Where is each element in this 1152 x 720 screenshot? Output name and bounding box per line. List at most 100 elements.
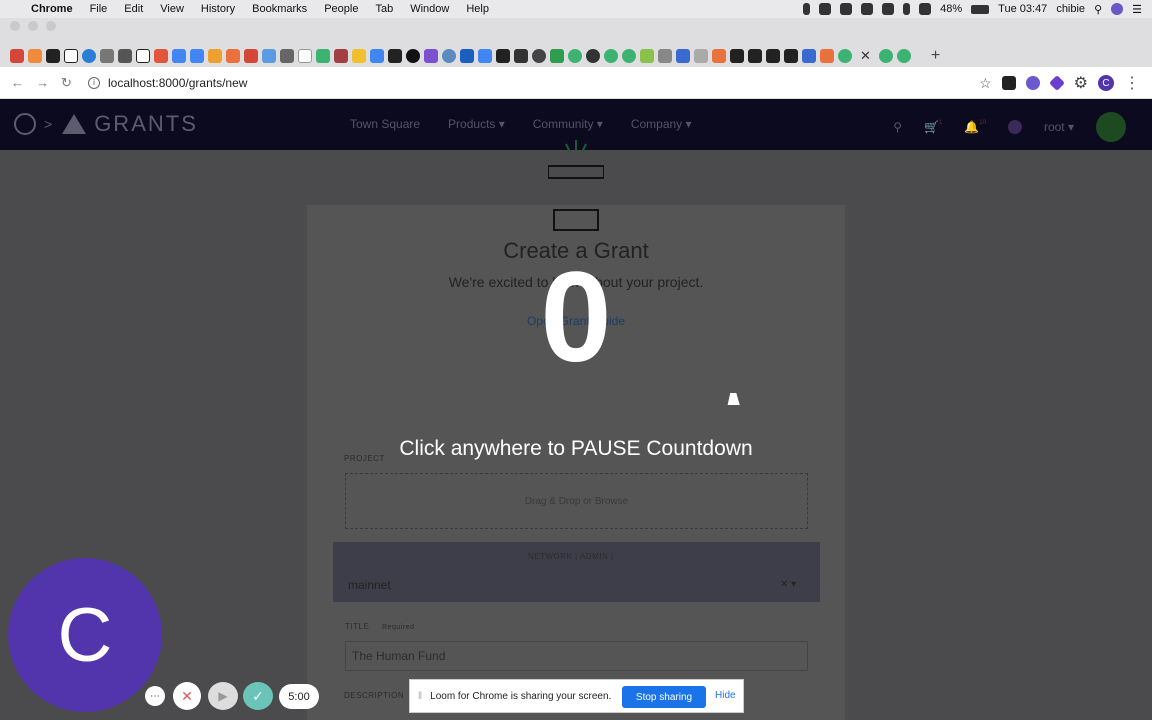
pause-recording-button[interactable]: ▶ xyxy=(208,682,238,710)
menu-app-name[interactable]: Chrome xyxy=(31,3,73,15)
clear-network-icon[interactable]: ✕ ▾ xyxy=(780,579,796,590)
drag-handle-icon[interactable]: ‖ xyxy=(418,691,422,702)
orange2-tab-icon[interactable] xyxy=(712,49,726,63)
stop-sharing-button[interactable]: Stop sharing xyxy=(622,686,706,708)
docker-icon[interactable] xyxy=(861,3,874,15)
globe-tab-icon[interactable] xyxy=(442,49,456,63)
zoom-icon[interactable] xyxy=(819,3,832,15)
github6-tab-icon[interactable] xyxy=(766,49,780,63)
user-name[interactable]: chibie xyxy=(1056,3,1085,15)
gmail-tab-icon[interactable] xyxy=(10,49,24,63)
search-icon[interactable]: ⚲ xyxy=(893,120,902,134)
nav-products[interactable]: Products ▾ xyxy=(448,117,505,131)
new-tab-button[interactable]: + xyxy=(931,47,940,65)
github-tab-icon[interactable] xyxy=(46,49,60,63)
github2-tab-icon[interactable] xyxy=(388,49,402,63)
user-menu[interactable]: root ▾ xyxy=(1044,120,1074,134)
purple-tab-icon[interactable] xyxy=(424,49,438,63)
box-tab-icon[interactable] xyxy=(658,49,672,63)
profile-avatar[interactable]: C xyxy=(1098,75,1114,91)
microphone-icon[interactable] xyxy=(803,3,811,15)
siri-icon[interactable] xyxy=(1111,3,1124,15)
g3-tab-icon[interactable] xyxy=(622,49,636,63)
nav-company[interactable]: Company ▾ xyxy=(631,117,692,131)
pause-countdown-message[interactable]: Click anywhere to PAUSE Countdown xyxy=(0,437,1152,461)
cancel-recording-button[interactable]: ✕ xyxy=(173,682,201,710)
a-tab-icon[interactable] xyxy=(100,49,114,63)
network-select[interactable]: mainnet xyxy=(348,578,391,592)
url-field[interactable]: i localhost:8000/grants/new xyxy=(88,72,988,94)
site-info-icon[interactable]: i xyxy=(88,77,100,89)
g4-tab-icon[interactable] xyxy=(838,49,852,63)
url-text[interactable]: localhost:8000/grants/new xyxy=(108,76,247,90)
tag-tab-icon[interactable] xyxy=(334,49,348,63)
github4-tab-icon[interactable] xyxy=(730,49,744,63)
a2-tab-icon[interactable] xyxy=(118,49,132,63)
fullscreen-window-button[interactable] xyxy=(46,21,56,31)
back-icon[interactable]: ← xyxy=(11,75,25,90)
arch-tab-icon[interactable] xyxy=(280,49,294,63)
gmail2-tab-icon[interactable] xyxy=(244,49,258,63)
menu-people[interactable]: People xyxy=(324,3,358,15)
site-brand[interactable]: > GRANTS xyxy=(14,111,198,137)
circle-tab-icon[interactable] xyxy=(82,49,96,63)
more-options-button[interactable]: ⋯ xyxy=(145,686,165,706)
flower-ext-icon[interactable] xyxy=(1025,76,1040,90)
bluetooth-icon[interactable] xyxy=(903,3,911,15)
wifi-icon[interactable] xyxy=(919,3,932,15)
globe2-tab-icon[interactable] xyxy=(532,49,546,63)
doc3-tab-icon[interactable] xyxy=(370,49,384,63)
diamond-ext-icon[interactable] xyxy=(1048,75,1065,91)
finish-recording-button[interactable]: ✓ xyxy=(243,682,273,710)
menu-help[interactable]: Help xyxy=(466,3,489,15)
notion-tab-icon[interactable] xyxy=(64,49,78,63)
orange-tab-icon[interactable] xyxy=(208,49,222,63)
github7-tab-icon[interactable] xyxy=(784,49,798,63)
nav-town-square[interactable]: Town Square xyxy=(350,117,420,131)
bell-icon[interactable]: 🔔10 xyxy=(964,120,986,134)
extensions-puzzle-icon[interactable]: ⚙ xyxy=(1074,73,1088,93)
yellow-tab-icon[interactable] xyxy=(352,49,366,63)
menu-file[interactable]: File xyxy=(90,3,108,15)
battery-icon[interactable] xyxy=(971,4,990,14)
bookmark-star-icon[interactable]: ☆ xyxy=(979,75,992,92)
control-center-icon[interactable]: ☰ xyxy=(1132,3,1142,16)
puzzle-tab-icon[interactable] xyxy=(802,49,816,63)
activity-icon[interactable] xyxy=(882,3,895,15)
g1-tab-icon[interactable] xyxy=(568,49,582,63)
hide-button[interactable]: Hide xyxy=(715,690,736,701)
chrome-menu-icon[interactable]: ⋮ xyxy=(1124,73,1140,93)
forward-icon[interactable]: → xyxy=(36,75,50,90)
green-tab-icon[interactable] xyxy=(316,49,330,63)
docs2-tab-icon[interactable] xyxy=(190,49,204,63)
blue2-tab-icon[interactable] xyxy=(676,49,690,63)
close-tab-icon[interactable]: ✕ xyxy=(860,48,871,64)
minimize-window-button[interactable] xyxy=(28,21,38,31)
g5-tab-icon[interactable] xyxy=(878,49,893,63)
clock[interactable]: Tue 03:47 xyxy=(998,3,1047,15)
countdown-number[interactable]: 0 xyxy=(0,248,1152,388)
c-tab-icon[interactable] xyxy=(460,49,474,63)
doc4-tab-icon[interactable] xyxy=(478,49,492,63)
nav-community[interactable]: Community ▾ xyxy=(533,117,603,131)
spy-tab-icon[interactable] xyxy=(514,49,528,63)
blue-tab-icon[interactable] xyxy=(262,49,276,63)
notion2-tab-icon[interactable] xyxy=(136,49,150,63)
g2-tab-icon[interactable] xyxy=(604,49,618,63)
reload-icon[interactable]: ↻ xyxy=(61,75,75,91)
cloud-icon[interactable] xyxy=(840,3,853,15)
grey-tab-icon[interactable] xyxy=(694,49,708,63)
menu-edit[interactable]: Edit xyxy=(124,3,143,15)
github3-tab-icon[interactable] xyxy=(496,49,510,63)
calendar-tab-icon[interactable] xyxy=(28,49,42,63)
menu-window[interactable]: Window xyxy=(410,3,449,15)
gitcoin-tab-icon[interactable] xyxy=(226,49,240,63)
plus-tab-icon[interactable] xyxy=(550,49,564,63)
lime-tab-icon[interactable] xyxy=(640,49,654,63)
user-avatar[interactable] xyxy=(1096,112,1126,142)
cloud-tab-icon[interactable] xyxy=(586,49,600,63)
metamask-ext-icon[interactable] xyxy=(1001,76,1016,90)
github5-tab-icon[interactable] xyxy=(748,49,762,63)
docs-tab-icon[interactable] xyxy=(172,49,186,63)
spotlight-icon[interactable]: ⚲ xyxy=(1094,3,1102,16)
